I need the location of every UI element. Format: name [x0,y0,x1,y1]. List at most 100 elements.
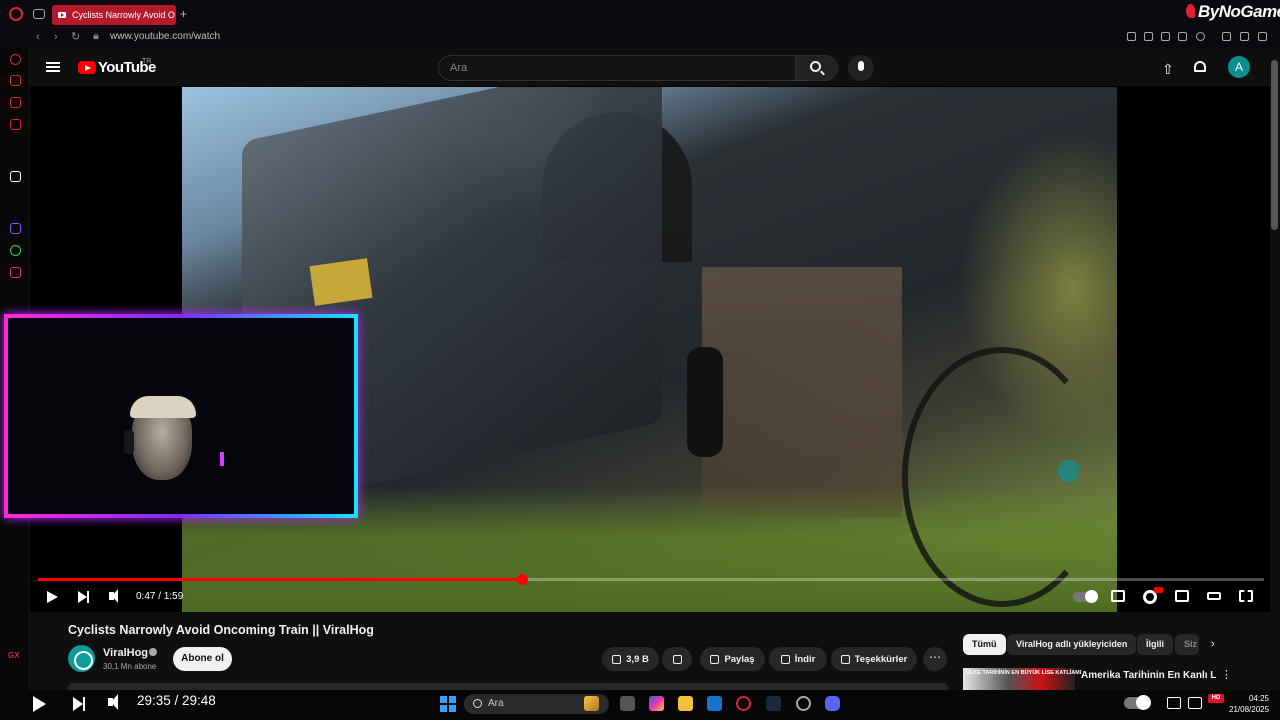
download-icon[interactable] [1240,32,1249,41]
share-button[interactable]: Paylaş [700,647,765,671]
system-clock[interactable]: 04:25 21/08/2025 [1229,693,1269,715]
stream-next-icon[interactable] [73,697,85,711]
mail-icon[interactable] [10,119,21,130]
chip-all[interactable]: Tümü [963,634,1006,655]
webcam-overlay [4,314,358,518]
profile-icon[interactable] [1222,32,1231,41]
copilot-icon[interactable] [649,696,664,711]
twitch-icon[interactable] [10,223,21,234]
back-icon[interactable]: ‹ [36,31,40,43]
voice-search-icon[interactable] [848,55,874,81]
search-icon[interactable] [810,61,821,72]
pin-icon[interactable] [1127,32,1136,41]
windows-start-icon[interactable] [440,696,456,712]
clock-date: 21/08/2025 [1229,705,1270,714]
streamer-hair [130,396,196,418]
file-explorer-icon[interactable] [678,696,693,711]
tray-subtitles-icon[interactable] [1167,697,1181,709]
theater-mode-icon[interactable] [1207,592,1221,600]
search-input[interactable]: Ara [438,55,796,81]
subscribe-watermark-icon[interactable] [1058,460,1080,482]
shield-icon[interactable] [1161,32,1170,41]
reload-icon[interactable]: ↻ [71,30,80,43]
snapshot-icon[interactable] [1144,32,1153,41]
youtube-favicon-icon [58,12,66,18]
subscribe-button[interactable]: Abone ol [173,647,232,671]
speed-dial-icon[interactable] [10,54,21,65]
verified-icon [149,648,157,656]
browser-tab-bar [0,0,1280,28]
chip-from-uploader[interactable]: ViralHog adlı yükleyiciden [1007,634,1137,655]
progress-played [38,578,522,581]
heart-icon[interactable] [1196,32,1205,41]
autoplay-toggle[interactable] [1073,590,1098,603]
video-title: Cyclists Narrowly Avoid Oncoming Train |… [68,623,374,637]
youtube-logo-icon[interactable] [78,61,96,74]
download-arrow-icon [780,654,790,664]
tray-miniplayer-icon[interactable] [1188,697,1202,709]
browser-tab-active[interactable]: Cyclists Narrowly Avoid O [52,5,176,25]
related-more-icon[interactable]: ⋮ [1221,668,1232,681]
page-scrollbar[interactable] [1271,60,1278,230]
hamburger-menu-icon[interactable] [46,62,60,64]
volume-icon[interactable] [109,589,118,603]
chevron-right-icon[interactable]: › [1211,638,1215,650]
thumbs-up-icon [612,654,622,664]
forward-icon[interactable]: › [54,31,58,43]
next-video-icon[interactable] [78,591,89,603]
opera-logo-icon[interactable] [9,7,23,21]
play-icon[interactable] [47,591,58,603]
channel-name[interactable]: ViralHog [103,647,148,659]
menu-icon[interactable] [1258,32,1267,41]
subtitles-icon[interactable] [1111,590,1125,602]
tray-toggle[interactable] [1124,695,1151,710]
chip-related[interactable]: İlgili [1137,634,1173,655]
steam-icon[interactable] [766,696,781,711]
notifications-icon[interactable] [1194,61,1206,72]
instagram-icon[interactable] [10,267,21,278]
widgets-icon[interactable] [584,696,599,711]
bynogame-watermark: ByNoGame [1186,2,1280,22]
upload-icon[interactable]: ⇧ [1162,61,1174,78]
clock-time: 04:25 [1248,694,1269,703]
related-video-title[interactable]: Amerika Tarihinin En Kanlı Lise Saldırıs… [1081,669,1216,690]
time-display: 0:47 / 1:59 [136,591,184,602]
task-view-icon[interactable] [620,696,635,711]
whatsapp-icon[interactable] [10,245,21,256]
like-count: 3,9 B [626,653,649,665]
fullscreen-icon[interactable] [1239,590,1253,602]
gx-corner-icon[interactable] [10,75,21,86]
headset-icon [124,430,134,454]
more-actions-button[interactable]: ⋯ [923,647,947,671]
dislike-button[interactable] [662,647,692,671]
url-field[interactable]: www.youtube.com/watch [110,31,220,42]
tray-hd-badge: HD [1208,694,1224,703]
account-avatar[interactable]: A [1228,56,1250,78]
channel-avatar[interactable] [68,645,95,672]
thumbs-down-icon [672,654,682,664]
chip-for-you[interactable]: Siz [1175,634,1199,655]
scrubber-handle[interactable] [517,574,528,585]
obs-icon[interactable] [796,696,811,711]
thanks-button[interactable]: Teşekkürler [831,647,917,671]
discord-icon[interactable] [825,696,840,711]
download-button[interactable]: İndir [769,647,827,671]
miniplayer-icon[interactable] [1175,590,1189,602]
description-box[interactable] [68,683,948,690]
headset-mic-light [220,452,224,466]
tab-manager-icon[interactable] [33,9,45,19]
aria-icon[interactable] [10,171,21,182]
concrete-wall [702,267,902,517]
hazard-placard [309,258,373,306]
stream-volume-icon[interactable] [108,694,118,710]
tab-title: Cyclists Narrowly Avoid O [72,10,175,20]
opera-gx-taskbar-icon[interactable] [736,696,751,711]
subscriber-count: 30,1 Mn abone [103,662,157,671]
news-icon[interactable] [10,97,21,108]
stream-play-icon[interactable] [33,696,46,712]
outlook-icon[interactable] [707,696,722,711]
cyclist-figure [687,347,723,457]
new-tab-button[interactable]: + [180,7,187,21]
like-button[interactable]: 3,9 B [602,647,659,671]
player-icon[interactable] [1178,32,1187,41]
